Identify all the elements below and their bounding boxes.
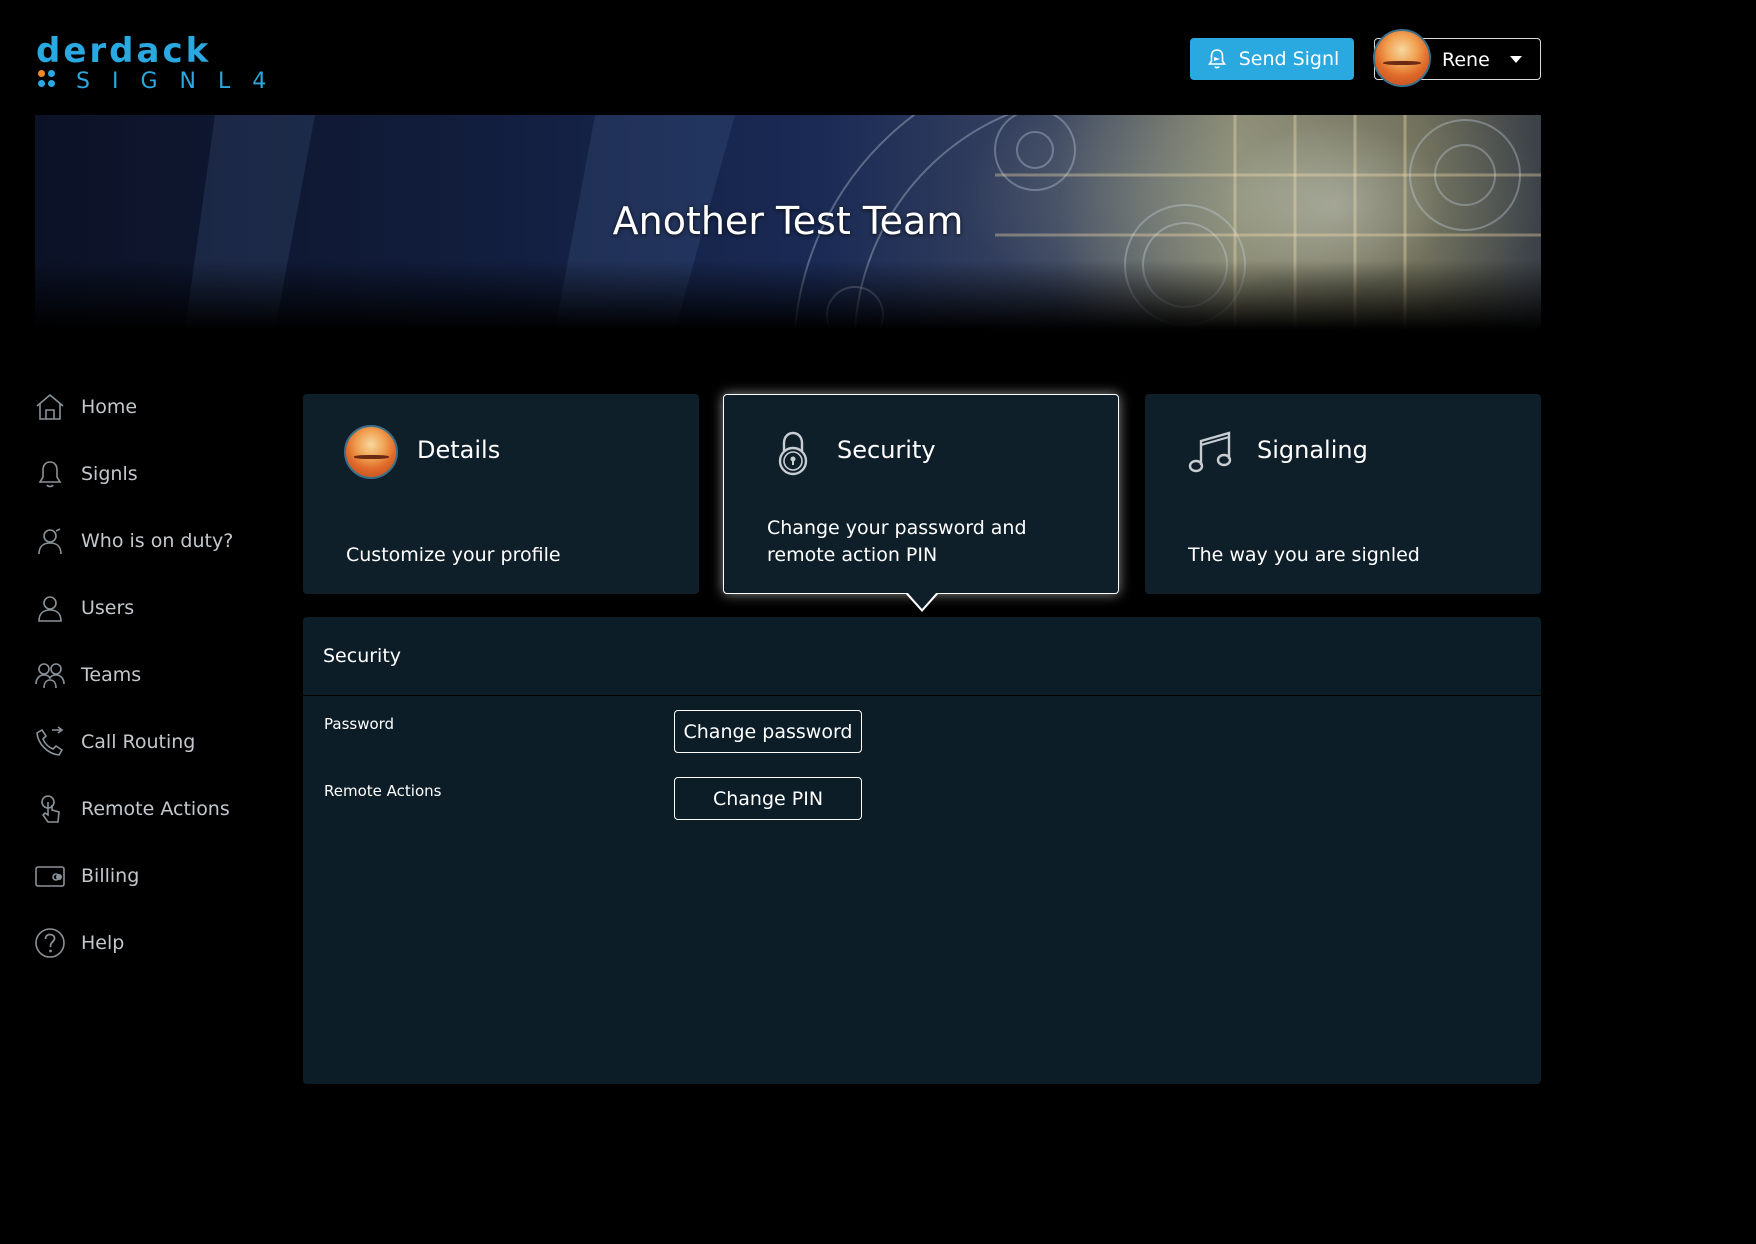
sidebar-item-remote-actions[interactable]: Remote Actions: [34, 789, 274, 829]
bell-icon: [38, 461, 62, 488]
home-icon: [36, 393, 64, 420]
team-icon: [35, 663, 65, 689]
security-panel: Security Password Change password Remote…: [303, 617, 1541, 1084]
card-icon: [35, 866, 65, 887]
sidebar-item-signls[interactable]: Signls: [34, 454, 274, 494]
card-description-line: Change your password and: [767, 517, 1027, 539]
sidebar-item-users[interactable]: Users: [34, 588, 274, 628]
logo-dots-icon: [38, 70, 58, 90]
team-banner: Another Test Team: [35, 115, 1541, 330]
active-card-pointer-fill: [907, 592, 937, 609]
lock-icon: [778, 431, 808, 476]
sidebar-item-billing[interactable]: Billing: [34, 856, 274, 896]
password-label: Password: [324, 715, 395, 733]
sidebar-item-label: Who is on duty?: [81, 530, 234, 552]
user-name: Rene: [1442, 49, 1490, 71]
security-card[interactable]: Security Change your password and remote…: [723, 394, 1119, 594]
person-duty-icon: [38, 528, 62, 555]
card-description: Change your password and remote action P…: [767, 515, 1027, 569]
sidebar-item-call-routing[interactable]: Call Routing: [34, 722, 274, 762]
avatar: [1373, 29, 1431, 87]
sidebar-item-help[interactable]: Help: [34, 923, 274, 963]
card-description-line: remote action PIN: [767, 544, 938, 566]
panel-title: Security: [323, 645, 402, 667]
user-menu-dropdown[interactable]: Rene: [1373, 29, 1541, 87]
sidebar-item-label: Billing: [81, 865, 140, 887]
sidebar-item-label: Remote Actions: [81, 798, 230, 820]
card-title: Security: [837, 436, 936, 464]
logo-product-name: SIGNL4: [76, 69, 289, 94]
change-password-button[interactable]: Change password: [674, 710, 862, 753]
sidebar-item-teams[interactable]: Teams: [34, 655, 274, 695]
card-description: The way you are signled: [1188, 544, 1420, 566]
derdack-signl4-logo[interactable]: derdack SIGNL4: [36, 34, 286, 94]
sidebar-item-home[interactable]: Home: [34, 387, 274, 427]
sidebar-item-label: Help: [81, 932, 125, 954]
send-signl-button[interactable]: Send Signl: [1190, 38, 1354, 80]
help-icon: [35, 928, 65, 958]
sidebar-item-label: Users: [81, 597, 135, 619]
send-signl-label: Send Signl: [1238, 48, 1340, 70]
sidebar-item-label: Signls: [81, 463, 138, 485]
bell-send-icon: [1207, 49, 1226, 69]
logo-wordmark: derdack: [36, 31, 212, 71]
touch-icon: [41, 795, 60, 823]
music-note-icon: [1188, 431, 1232, 473]
user-icon: [38, 596, 62, 622]
remote-actions-label: Remote Actions: [324, 782, 442, 800]
sidebar-item-label: Teams: [81, 664, 142, 686]
sidebar-item-label: Home: [81, 396, 138, 418]
details-card[interactable]: Details Customize your profile: [303, 394, 699, 594]
card-title: Signaling: [1257, 436, 1368, 464]
panel-header: Security: [303, 617, 1541, 696]
change-pin-button[interactable]: Change PIN: [674, 777, 862, 820]
avatar: [344, 425, 398, 479]
card-description: Customize your profile: [346, 544, 561, 566]
card-title: Details: [417, 436, 501, 464]
phone-icon: [36, 726, 64, 756]
sidebar-item-label: Call Routing: [81, 731, 196, 753]
caret-down-icon: [1510, 56, 1522, 63]
sidebar-item-who-is-on-duty[interactable]: Who is on duty?: [34, 521, 274, 561]
team-name-title: Another Test Team: [612, 199, 964, 243]
signaling-card[interactable]: Signaling The way you are signled: [1145, 394, 1541, 594]
